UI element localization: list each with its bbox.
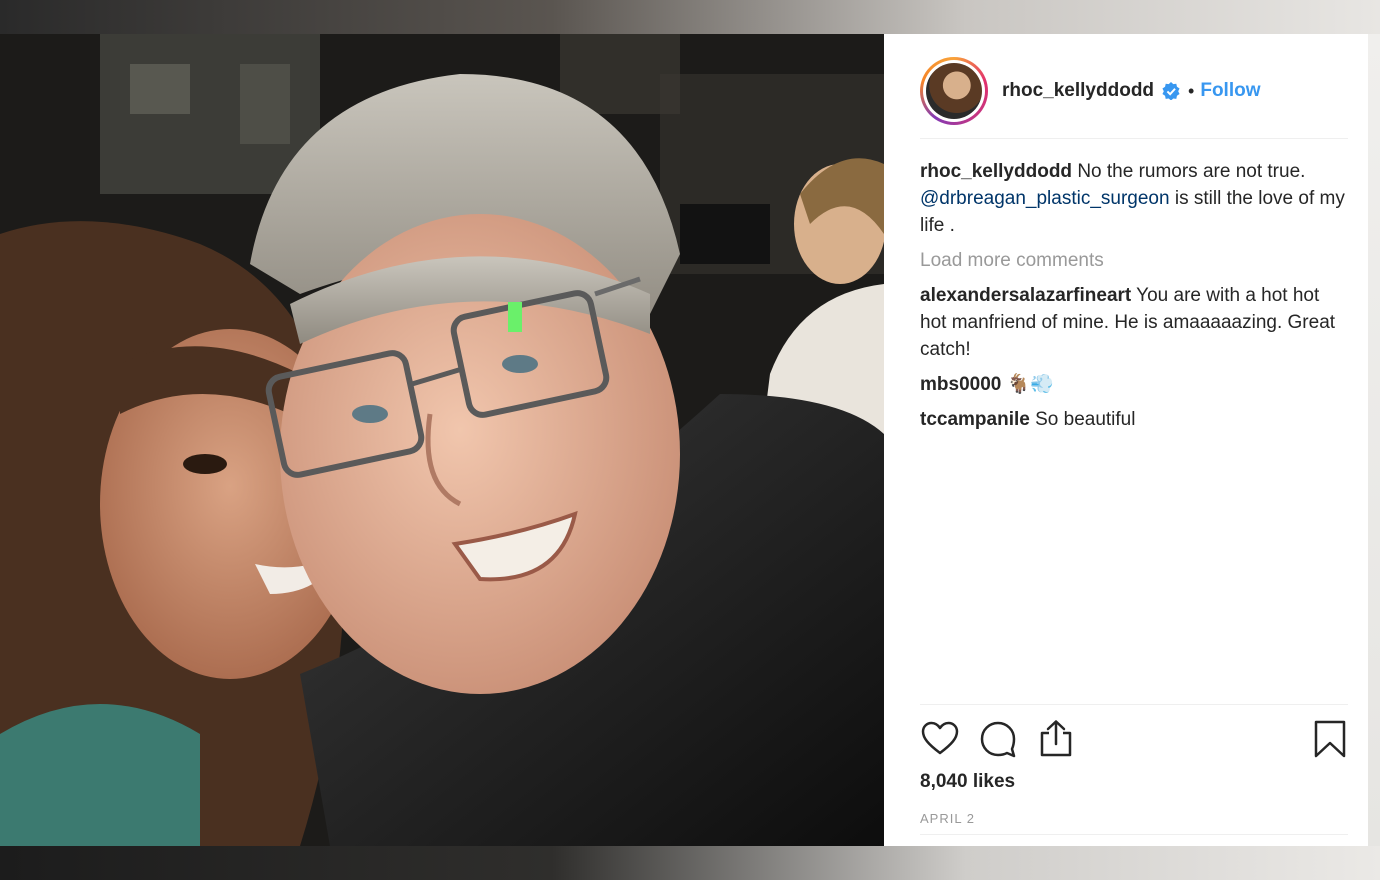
- load-more-comments-button[interactable]: Load more comments: [920, 250, 1348, 272]
- bookmark-icon[interactable]: [1310, 719, 1350, 759]
- comment-item: alexandersalazarfineart You are with a h…: [920, 282, 1348, 363]
- comment-item: mbs0000 🐐💨: [920, 371, 1348, 398]
- post-header: rhoc_kellyddodd • Follow: [920, 44, 1348, 139]
- divider: [920, 834, 1348, 835]
- comment-text: So beautiful: [1035, 409, 1136, 430]
- right-background-margin: [1368, 34, 1380, 846]
- bottom-background-band: [0, 846, 1380, 880]
- comment-item: tccampanile So beautiful: [920, 406, 1348, 433]
- caption: rhoc_kellyddodd No the rumors are not tr…: [920, 158, 1348, 239]
- follow-button[interactable]: Follow: [1200, 80, 1260, 102]
- header-username[interactable]: rhoc_kellyddodd: [1002, 80, 1154, 102]
- caption-mention[interactable]: @drbreagan_plastic_surgeon: [920, 188, 1170, 209]
- share-icon[interactable]: [1036, 719, 1076, 759]
- comment-text: 🐐💨: [1006, 374, 1054, 395]
- avatar[interactable]: [926, 63, 982, 119]
- verified-icon: [1162, 82, 1180, 100]
- heart-icon[interactable]: [920, 719, 960, 759]
- top-background-band: [0, 0, 1380, 34]
- caption-username[interactable]: rhoc_kellyddodd: [920, 161, 1072, 182]
- story-ring[interactable]: [920, 57, 988, 125]
- action-bar: [920, 705, 1348, 777]
- separator-dot: •: [1188, 80, 1195, 101]
- comment-username[interactable]: mbs0000: [920, 374, 1001, 395]
- caption-text-before: No the rumors are not true.: [1077, 161, 1306, 182]
- post-panel: rhoc_kellyddodd • Follow rhoc_kellyddodd…: [884, 34, 1368, 846]
- comment-username[interactable]: tccampanile: [920, 409, 1030, 430]
- actions-section: 8,040 likes APRIL 2: [920, 704, 1348, 826]
- post-date[interactable]: APRIL 2: [920, 811, 975, 826]
- comments-section: rhoc_kellyddodd No the rumors are not tr…: [920, 158, 1348, 433]
- comment-icon[interactable]: [978, 719, 1018, 759]
- post-photo[interactable]: [0, 34, 884, 846]
- likes-count[interactable]: 8,040 likes: [920, 771, 1015, 793]
- comment-username[interactable]: alexandersalazarfineart: [920, 285, 1131, 306]
